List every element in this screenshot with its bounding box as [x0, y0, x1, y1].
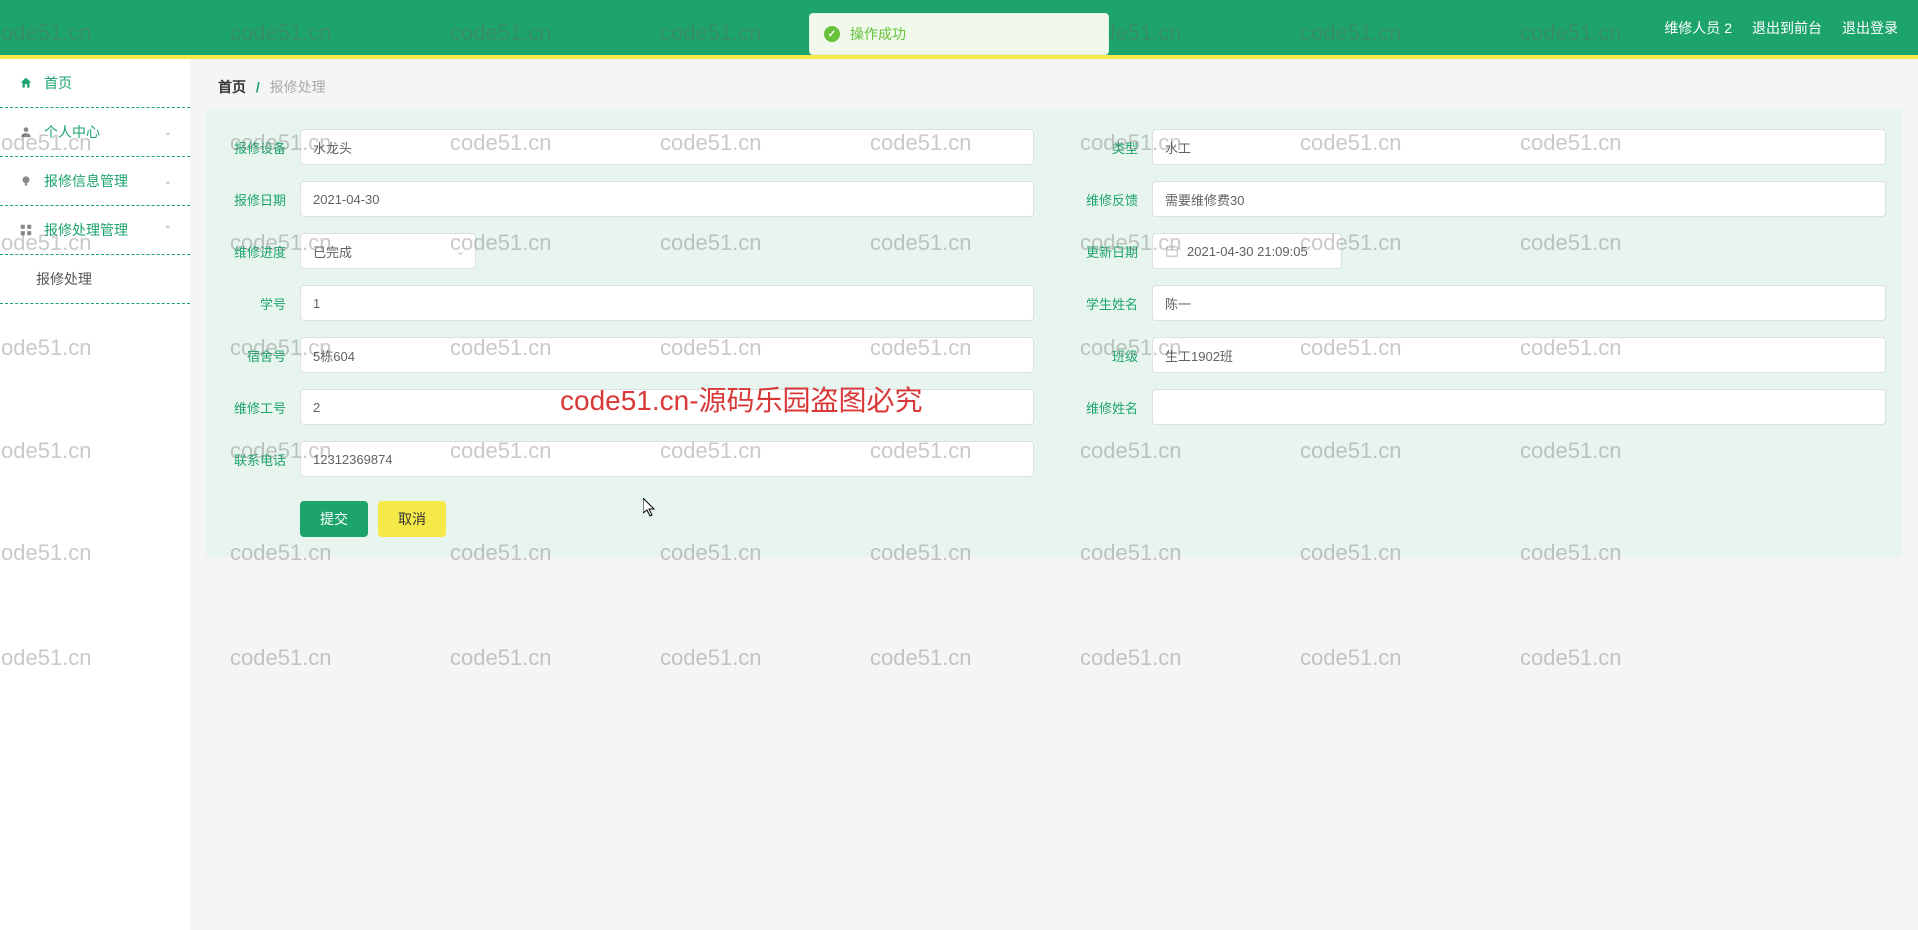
- content: 首页 / 报修处理 报修设备 类型 报修日期 维修反馈: [190, 59, 1918, 930]
- select-progress[interactable]: 已完成 ⌄: [300, 233, 476, 269]
- label-dorm: 宿舍号: [222, 346, 286, 365]
- input-update[interactable]: 2021-04-30 21:09:05: [1152, 233, 1342, 269]
- success-toast: ✓ 操作成功: [809, 13, 1109, 55]
- input-phone[interactable]: [300, 441, 1034, 477]
- button-row: 提交 取消: [222, 501, 1886, 537]
- select-progress-value: 已完成: [313, 242, 352, 261]
- field-dorm: 宿舍号: [222, 337, 1034, 373]
- field-feedback: 维修反馈: [1074, 181, 1886, 217]
- form-card: 报修设备 类型 报修日期 维修反馈 维修进度: [206, 109, 1902, 557]
- breadcrumb: 首页 / 报修处理: [190, 59, 1918, 109]
- sidebar-item-repair-process[interactable]: 报修处理管理 ⌃: [0, 206, 190, 255]
- input-studentname[interactable]: [1152, 285, 1886, 321]
- sidebar: 首页 个人中心 ⌄ 报修信息管理 ⌄ 报修处理管理 ⌃ 报修处理: [0, 59, 190, 930]
- label-date: 报修日期: [222, 190, 286, 209]
- bulb-icon: [18, 173, 34, 189]
- sidebar-item-repair-process-sub[interactable]: 报修处理: [0, 255, 190, 304]
- label-workerno: 维修工号: [222, 398, 286, 417]
- sidebar-item-repair-info[interactable]: 报修信息管理 ⌄: [0, 157, 190, 206]
- sidebar-item-label: 报修信息管理: [44, 171, 128, 191]
- sidebar-item-personal[interactable]: 个人中心 ⌄: [0, 108, 190, 157]
- sidebar-item-label: 报修处理: [36, 269, 92, 289]
- input-update-value: 2021-04-30 21:09:05: [1187, 244, 1308, 259]
- label-phone: 联系电话: [222, 450, 286, 469]
- label-update: 更新日期: [1074, 242, 1138, 261]
- breadcrumb-home[interactable]: 首页: [218, 79, 246, 95]
- breadcrumb-separator: /: [256, 79, 260, 95]
- field-class: 班级: [1074, 337, 1886, 373]
- form-grid: 报修设备 类型 报修日期 维修反馈 维修进度: [222, 129, 1886, 537]
- input-class[interactable]: [1152, 337, 1886, 373]
- input-type[interactable]: [1152, 129, 1886, 165]
- field-phone: 联系电话: [222, 441, 1034, 477]
- exit-front-link[interactable]: 退出到前台: [1752, 18, 1822, 38]
- label-feedback: 维修反馈: [1074, 190, 1138, 209]
- grid-icon: [18, 222, 34, 238]
- label-device: 报修设备: [222, 138, 286, 157]
- home-icon: [18, 75, 34, 91]
- breadcrumb-current: 报修处理: [270, 79, 326, 95]
- field-update: 更新日期 2021-04-30 21:09:05: [1074, 233, 1886, 269]
- chevron-down-icon: ⌄: [164, 176, 172, 187]
- field-workername: 维修姓名: [1074, 389, 1886, 425]
- success-icon: ✓: [824, 26, 840, 42]
- sidebar-item-label: 首页: [44, 73, 72, 93]
- field-date: 报修日期: [222, 181, 1034, 217]
- chevron-down-icon: ⌄: [164, 127, 172, 138]
- input-studentno[interactable]: [300, 285, 1034, 321]
- logout-link[interactable]: 退出登录: [1842, 18, 1898, 38]
- label-studentname: 学生姓名: [1074, 294, 1138, 313]
- chevron-up-icon: ⌃: [164, 225, 172, 236]
- field-progress: 维修进度 已完成 ⌄: [222, 233, 1034, 269]
- field-device: 报修设备: [222, 129, 1034, 165]
- sidebar-item-label: 个人中心: [44, 122, 100, 142]
- input-device[interactable]: [300, 129, 1034, 165]
- field-workerno: 维修工号: [222, 389, 1034, 425]
- top-header: 维修人员 2 退出到前台 退出登录 ✓ 操作成功: [0, 0, 1918, 55]
- field-studentname: 学生姓名: [1074, 285, 1886, 321]
- calendar-icon: [1165, 244, 1179, 258]
- submit-button[interactable]: 提交: [300, 501, 368, 537]
- input-date[interactable]: [300, 181, 1034, 217]
- cancel-button[interactable]: 取消: [378, 501, 446, 537]
- field-type: 类型: [1074, 129, 1886, 165]
- label-studentno: 学号: [222, 294, 286, 313]
- user-icon: [18, 124, 34, 140]
- label-type: 类型: [1074, 138, 1138, 157]
- label-progress: 维修进度: [222, 242, 286, 261]
- user-label[interactable]: 维修人员 2: [1664, 18, 1732, 38]
- input-workerno[interactable]: [300, 389, 1034, 425]
- label-workername: 维修姓名: [1074, 398, 1138, 417]
- chevron-down-icon: ⌄: [456, 245, 465, 258]
- header-right: 维修人员 2 退出到前台 退出登录: [1664, 18, 1898, 38]
- input-feedback[interactable]: [1152, 181, 1886, 217]
- input-dorm[interactable]: [300, 337, 1034, 373]
- layout: 首页 个人中心 ⌄ 报修信息管理 ⌄ 报修处理管理 ⌃ 报修处理: [0, 59, 1918, 930]
- sidebar-item-label: 报修处理管理: [44, 220, 128, 240]
- sidebar-item-home[interactable]: 首页: [0, 59, 190, 108]
- toast-text: 操作成功: [850, 24, 906, 44]
- field-studentno: 学号: [222, 285, 1034, 321]
- input-workername[interactable]: [1152, 389, 1886, 425]
- label-class: 班级: [1074, 346, 1138, 365]
